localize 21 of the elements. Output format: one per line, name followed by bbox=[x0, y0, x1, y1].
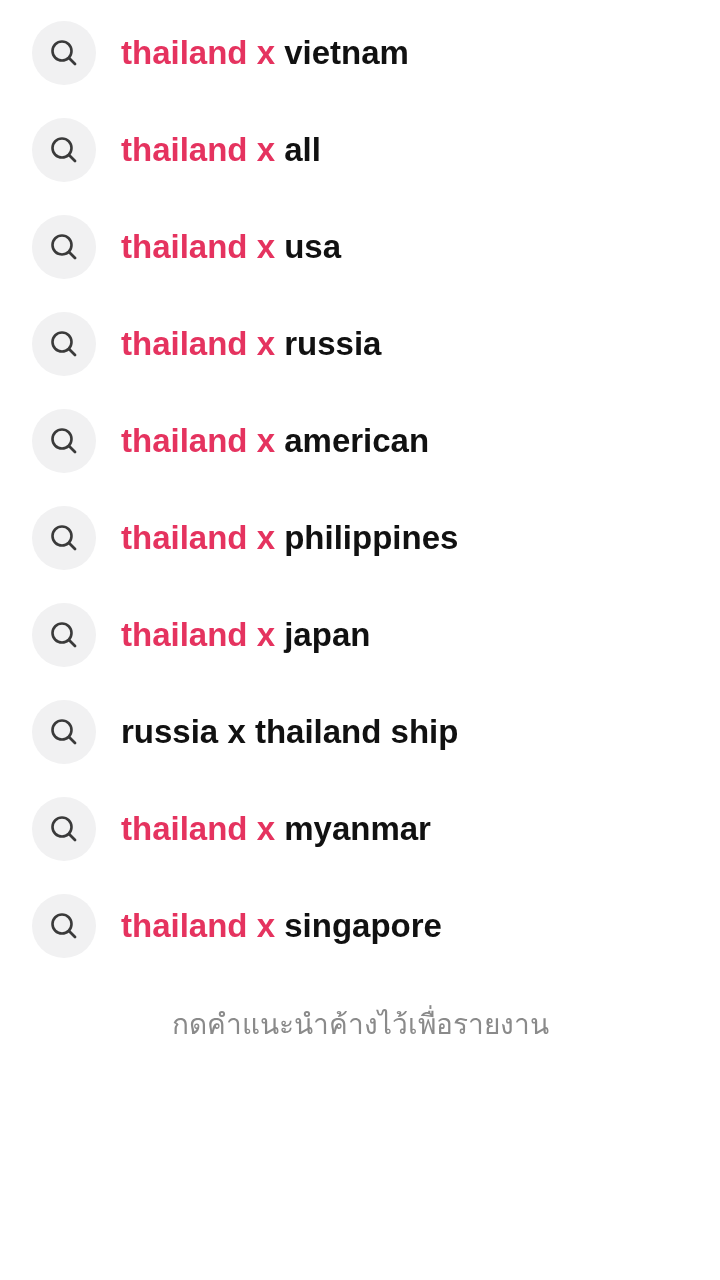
suggestion-text[interactable]: thailand x american bbox=[121, 420, 430, 461]
search-icon bbox=[32, 20, 96, 85]
suggestion-text[interactable]: thailand x vietnam bbox=[121, 32, 409, 73]
suggestion-text[interactable]: thailand x all bbox=[121, 129, 321, 170]
search-icon bbox=[32, 311, 96, 376]
search-icon bbox=[32, 505, 96, 570]
search-icon bbox=[32, 602, 96, 667]
search-icon bbox=[32, 796, 96, 861]
suggestion-text[interactable]: thailand x japan bbox=[121, 614, 371, 655]
suggestion-text[interactable]: thailand x singapore bbox=[121, 905, 442, 946]
search-icon bbox=[32, 214, 96, 279]
search-icon bbox=[32, 117, 96, 182]
suggestion-text[interactable]: thailand x usa bbox=[121, 226, 342, 267]
suggestion-text[interactable]: russia x thailand ship bbox=[121, 711, 459, 752]
search-icon bbox=[32, 699, 96, 764]
suggestion-text[interactable]: thailand x philippines bbox=[121, 517, 459, 558]
suggestion-text[interactable]: thailand x russia bbox=[121, 323, 382, 364]
search-icon bbox=[32, 893, 96, 958]
report-hint-text: กดคำแนะนำค้างไว้เพื่อรายงาน bbox=[0, 1002, 720, 1046]
search-icon bbox=[32, 408, 96, 473]
suggestion-text[interactable]: thailand x myanmar bbox=[121, 808, 431, 849]
